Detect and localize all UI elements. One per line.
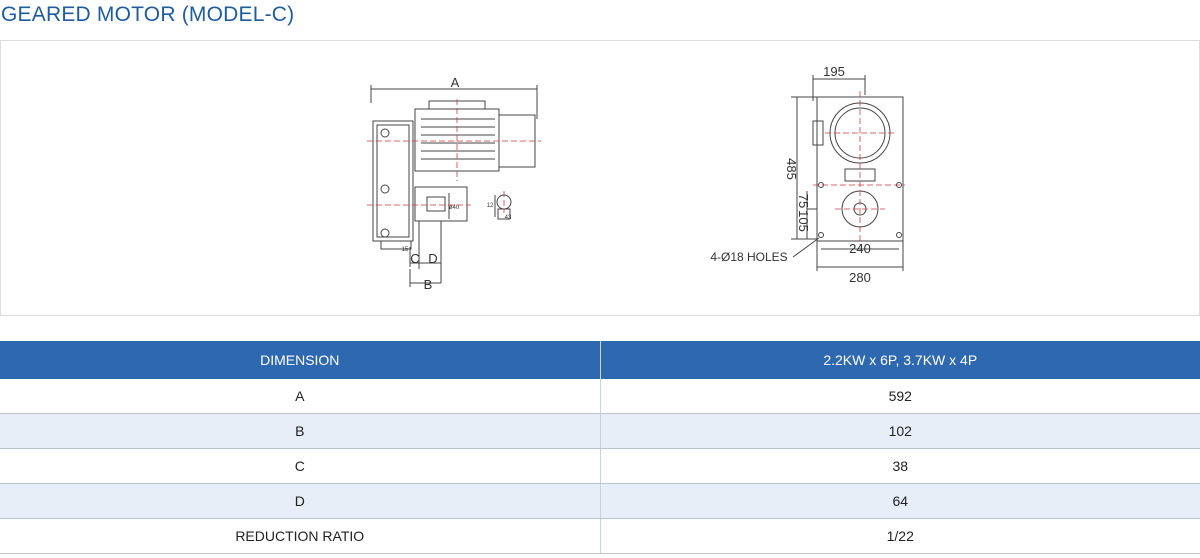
label-phi40: ø40: [449, 205, 460, 211]
header-power: 2.2KW x 6P, 3.7KW x 4P: [600, 341, 1200, 379]
gear-housing: [372, 120, 414, 242]
dim-75: 75: [796, 194, 811, 208]
row-value: 64: [600, 483, 1200, 519]
dimension-table: DIMENSION 2.2KW x 6P, 3.7KW x 4P A 592 B…: [0, 341, 1200, 554]
row-value: 102: [600, 413, 1200, 449]
side-view-drawing: [370, 85, 538, 287]
dim-485: 485: [784, 158, 799, 180]
dim-195: 195: [823, 64, 845, 79]
row-label: B: [0, 413, 601, 449]
front-view-centerlines: [813, 91, 905, 245]
bolt: [380, 228, 390, 238]
table-row: A 592: [0, 379, 1200, 414]
side-boss: [812, 120, 824, 146]
row-label: D: [0, 483, 601, 519]
dim-240: 240: [849, 241, 871, 256]
table-header-row: DIMENSION 2.2KW x 6P, 3.7KW x 4P: [0, 341, 1200, 379]
page-title: GEARED MOTOR (MODEL-C): [1, 3, 295, 26]
label-15: 15: [402, 247, 409, 253]
technical-drawing-panel: A C D B 15 ø40 12 43 195 485 75 105 240 …: [0, 40, 1200, 316]
table-row: D 64: [0, 483, 1200, 519]
row-label: C: [0, 448, 601, 484]
holes-callout: 4-Ø18 HOLES: [710, 250, 787, 264]
technical-drawing: A C D B 15 ø40 12 43 195 485 75 105 240 …: [367, 64, 905, 292]
gear-housing-inner: [376, 124, 410, 238]
mount-hole: [818, 232, 824, 238]
label-c: C: [410, 251, 419, 266]
output-shaft: [426, 196, 446, 212]
bolt: [380, 184, 390, 194]
table-row: B 102: [0, 413, 1200, 449]
row-value: 592: [600, 379, 1200, 414]
row-label: REDUCTION RATIO: [0, 518, 601, 554]
label-d: D: [428, 251, 437, 266]
table-row: C 38: [0, 448, 1200, 484]
side-view-centerlines: [367, 99, 541, 213]
dim-280: 280: [849, 270, 871, 285]
header-dimension: DIMENSION: [0, 341, 601, 379]
row-value: 38: [600, 448, 1200, 484]
dim-105: 105: [796, 210, 811, 232]
mount-hole: [896, 232, 902, 238]
label-43: 43: [505, 215, 512, 221]
label-b: B: [424, 277, 433, 292]
front-view-drawing: [791, 75, 904, 271]
leader-line: [792, 237, 820, 258]
row-label: A: [0, 379, 601, 414]
label-a: A: [451, 75, 460, 90]
output-flange: [414, 186, 468, 222]
bolt: [380, 128, 390, 138]
table-row: REDUCTION RATIO 1/22: [0, 518, 1200, 554]
label-12: 12: [487, 203, 494, 209]
row-value: 1/22: [600, 518, 1200, 554]
